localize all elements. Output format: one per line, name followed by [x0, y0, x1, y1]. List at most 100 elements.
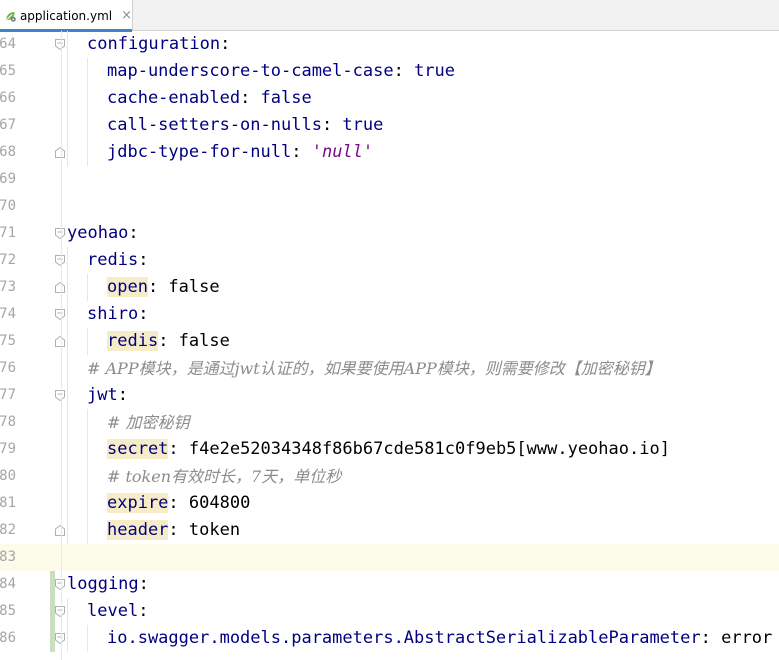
code-line[interactable]: 76 # APP模块，是通过jwt认证的，如果要使用APP模块，则需要修改【加密秘… — [0, 355, 779, 382]
code-text: map-underscore-to-camel-case: true — [107, 58, 455, 85]
indent-guide — [67, 31, 68, 58]
code-line[interactable]: 82 header: token — [0, 517, 779, 544]
code-line[interactable]: 80 # token有效时长，7天，单位秒 — [0, 463, 779, 490]
tab-close-icon[interactable]: × — [121, 8, 132, 23]
indent-guide — [87, 58, 88, 85]
code-line[interactable]: 66 cache-enabled: false — [0, 85, 779, 112]
code-text: call-setters-on-nulls: true — [107, 112, 383, 139]
code-text: jdbc-type-for-null: 'null' — [107, 139, 373, 166]
fold-marker-icon[interactable] — [55, 228, 65, 239]
code-line[interactable]: 74 shiro: — [0, 301, 779, 328]
code-line[interactable]: 85 level: — [0, 598, 779, 625]
code-line[interactable]: 70 — [0, 193, 779, 220]
fold-marker-icon[interactable] — [55, 282, 65, 293]
yaml-token: map-underscore-to-camel-case — [107, 61, 394, 81]
line-number: 83 — [0, 549, 16, 565]
code-line[interactable]: 72 redis: — [0, 247, 779, 274]
code-line[interactable]: 73 open: false — [0, 274, 779, 301]
code-token: : false — [147, 277, 220, 297]
line-number: 66 — [0, 90, 16, 106]
code-text: configuration: — [87, 31, 230, 58]
tab-title: application.yml — [19, 8, 113, 23]
indent-guide — [87, 625, 88, 652]
yaml-token: open — [107, 277, 148, 297]
code-line[interactable]: 83 — [0, 544, 779, 571]
code-line[interactable]: 79 secret: f4e2e52034348f86b67cde581c0f9e… — [0, 436, 779, 463]
line-number: 81 — [0, 495, 16, 511]
yaml-token: true — [342, 115, 384, 135]
indent-guide — [67, 436, 68, 463]
code-line[interactable]: 71 yeohao: — [0, 220, 779, 247]
code-text: redis: — [87, 247, 148, 274]
line-number: 65 — [0, 63, 16, 79]
code-line[interactable]: 69 — [0, 166, 779, 193]
tab-application-yml[interactable]: application.yml × — [0, 0, 133, 32]
yaml-token: jdbc-type-for-null — [107, 142, 292, 162]
code-line[interactable]: 68 jdbc-type-for-null: 'null' — [0, 139, 779, 166]
line-number: 64 — [0, 36, 16, 52]
line-number: 84 — [0, 576, 16, 592]
line-number: 85 — [0, 603, 16, 619]
code-token: : — [138, 304, 149, 324]
code-token: : token — [168, 520, 241, 540]
code-text: # APP模块，是通过jwt认证的，如果要使用APP模块，则需要修改【加密秘钥】 — [87, 355, 661, 382]
line-number: 75 — [0, 333, 16, 349]
indent-guide — [87, 85, 88, 112]
code-text: secret: f4e2e52034348f86b67cde581c0f9eb5… — [107, 436, 670, 463]
yaml-token: logging — [67, 574, 139, 594]
code-line[interactable]: 67 call-setters-on-nulls: true — [0, 112, 779, 139]
fold-marker-icon[interactable] — [55, 39, 65, 50]
fold-marker-icon[interactable] — [55, 579, 65, 590]
code-token: 'null' — [311, 142, 374, 162]
code-line[interactable]: 81 expire: 604800 — [0, 490, 779, 517]
code-text: io.swagger.models.parameters.AbstractSer… — [107, 625, 772, 652]
code-text: level: — [87, 598, 148, 625]
yaml-token: cache-enabled — [107, 88, 241, 108]
code-comment: # 加密秘钥 — [107, 413, 190, 432]
indent-guide — [67, 382, 68, 409]
code-line[interactable]: 78 # 加密秘钥 — [0, 409, 779, 436]
fold-marker-icon[interactable] — [55, 336, 65, 347]
indent-guide — [67, 85, 68, 112]
indent-guide — [87, 274, 88, 301]
indent-guide — [67, 490, 68, 517]
code-line[interactable]: 77 jwt: — [0, 382, 779, 409]
code-text: open: false — [107, 274, 220, 301]
code-text: logging: — [67, 571, 149, 598]
indent-guide — [67, 247, 68, 274]
code-line[interactable]: 75 redis: false — [0, 328, 779, 355]
yaml-token: call-setters-on-nulls — [107, 115, 322, 135]
indent-guide — [87, 409, 88, 436]
line-number: 67 — [0, 117, 16, 133]
code-token: : — [321, 115, 343, 135]
line-number: 73 — [0, 279, 16, 295]
code-token: : — [138, 601, 149, 621]
line-number: 86 — [0, 630, 16, 646]
code-text: yeohao: — [67, 220, 139, 247]
code-editor[interactable]: 64 configuration: 65 map-underscore-to-came… — [0, 31, 779, 660]
code-token: : error — [700, 628, 773, 648]
line-number: 77 — [0, 387, 16, 403]
fold-marker-icon[interactable] — [55, 255, 65, 266]
fold-marker-icon[interactable] — [55, 147, 65, 158]
line-number: 78 — [0, 414, 16, 430]
indent-guide — [87, 463, 88, 490]
fold-marker-icon[interactable] — [55, 606, 65, 617]
fold-marker-icon[interactable] — [55, 633, 65, 644]
code-token: : false — [158, 331, 230, 351]
fold-marker-icon[interactable] — [55, 309, 65, 320]
code-line[interactable]: 64 configuration: — [0, 31, 779, 58]
code-line[interactable]: 86 io.swagger.models.parameters.AbstractS… — [0, 625, 779, 652]
fold-marker-icon[interactable] — [55, 525, 65, 536]
yaml-token: redis — [87, 250, 139, 270]
code-line[interactable]: 65 map-underscore-to-camel-case: true — [0, 58, 779, 85]
yaml-token: header — [107, 520, 169, 540]
indent-guide — [87, 436, 88, 463]
indent-guide — [87, 328, 88, 355]
code-text: header: token — [107, 517, 240, 544]
code-line[interactable]: 84 logging: — [0, 571, 779, 598]
indent-guide — [67, 409, 68, 436]
fold-marker-icon[interactable] — [55, 390, 65, 401]
code-text: cache-enabled: false — [107, 85, 312, 112]
indent-guide — [67, 274, 68, 301]
